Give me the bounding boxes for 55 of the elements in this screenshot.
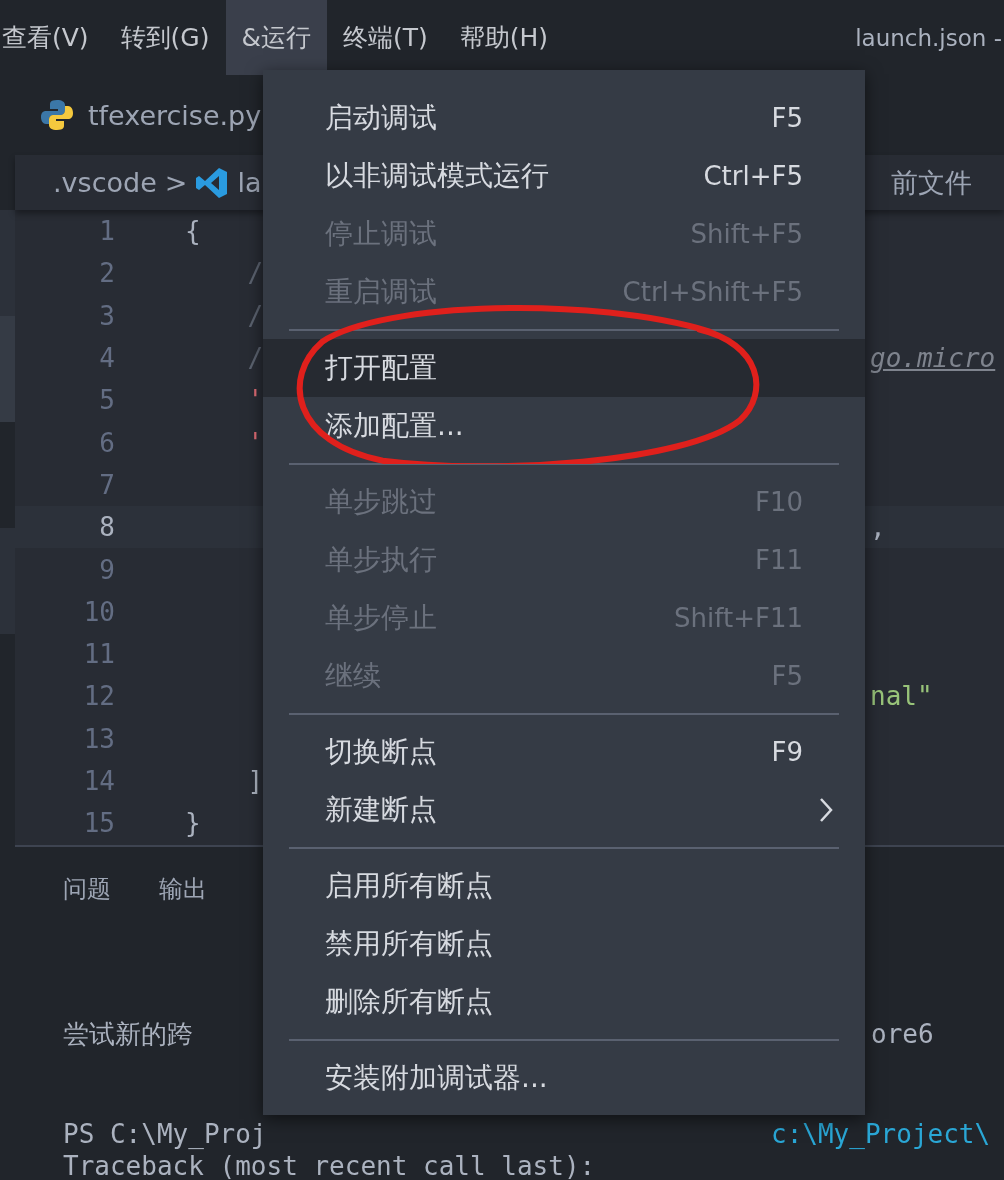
breadcrumb-text: 前文件 — [891, 165, 973, 200]
menu-item[interactable]: 添加配置... — [263, 397, 865, 455]
breadcrumb-folder[interactable]: .vscode — [53, 167, 157, 198]
menu-item[interactable]: 禁用所有断点 — [263, 915, 865, 973]
terminal-text: c:\My_Project\ — [771, 1119, 991, 1149]
code-text: ' — [246, 427, 264, 458]
line-number: 7 — [98, 469, 115, 500]
window-title: launch.json - — [855, 23, 1003, 53]
menu-item[interactable]: 打开配置 — [263, 339, 865, 397]
line-number: 9 — [98, 554, 115, 585]
sidebar-item[interactable] — [0, 369, 15, 422]
menu-item[interactable]: 切换断点 F9 — [263, 723, 865, 781]
panel-tab[interactable]: 输出 — [159, 873, 207, 937]
line-number: 10 — [82, 596, 115, 627]
vscode-file-icon — [195, 165, 230, 200]
code-text: } — [185, 808, 201, 839]
breadcrumb-file[interactable]: la — [237, 167, 262, 198]
menu-bar-item[interactable]: 查看(V) — [0, 0, 105, 75]
line-number: 5 — [98, 385, 115, 416]
code-text: / — [246, 343, 264, 374]
terminal-text: Traceback (most recent call last): — [63, 1151, 596, 1180]
breadcrumb-separator: > — [164, 167, 188, 198]
chevron-right-icon — [819, 797, 833, 823]
menu-item[interactable]: 删除所有断点 — [263, 973, 865, 1031]
line-number: 1 — [98, 216, 115, 247]
menu-item[interactable]: 新建断点 — [263, 781, 865, 839]
line-number: 13 — [82, 723, 115, 754]
line-number: 2 — [98, 258, 115, 289]
code-text: nal" — [870, 681, 933, 712]
code-text: , — [870, 512, 886, 543]
line-number: 11 — [82, 639, 115, 670]
terminal-text: PS C:\My_Proj — [63, 1119, 267, 1149]
terminal-text: ore6 — [871, 1019, 934, 1049]
line-number: 8 — [98, 512, 115, 543]
line-number: 12 — [82, 681, 115, 712]
menu-item[interactable]: 启用所有断点 — [263, 857, 865, 915]
line-number: 14 — [82, 766, 115, 796]
code-text: / — [246, 300, 264, 331]
code-text: { — [185, 216, 201, 247]
python-icon — [40, 98, 74, 132]
code-text: ' — [246, 385, 264, 416]
line-number: 3 — [98, 300, 115, 331]
line-number: 6 — [98, 427, 115, 458]
panel-tab[interactable]: 问题 — [63, 873, 111, 937]
code-text: / — [246, 258, 264, 289]
terminal-text: 尝试新的跨 — [63, 1017, 193, 1051]
menu-item[interactable]: 启动调试 F5 — [263, 89, 865, 147]
line-number: 4 — [98, 343, 115, 374]
menu-item[interactable]: 以非调试模式运行 Ctrl+F5 — [263, 147, 865, 205]
line-number: 15 — [82, 808, 115, 839]
menu-bar-item[interactable]: &运行 — [225, 0, 327, 75]
menu-bar-item[interactable]: 转到(G) — [104, 0, 226, 75]
code-text: ] — [246, 766, 264, 796]
code-text: go.micro — [870, 343, 996, 374]
menu-item[interactable]: 安装附加调试器... — [263, 1049, 865, 1107]
